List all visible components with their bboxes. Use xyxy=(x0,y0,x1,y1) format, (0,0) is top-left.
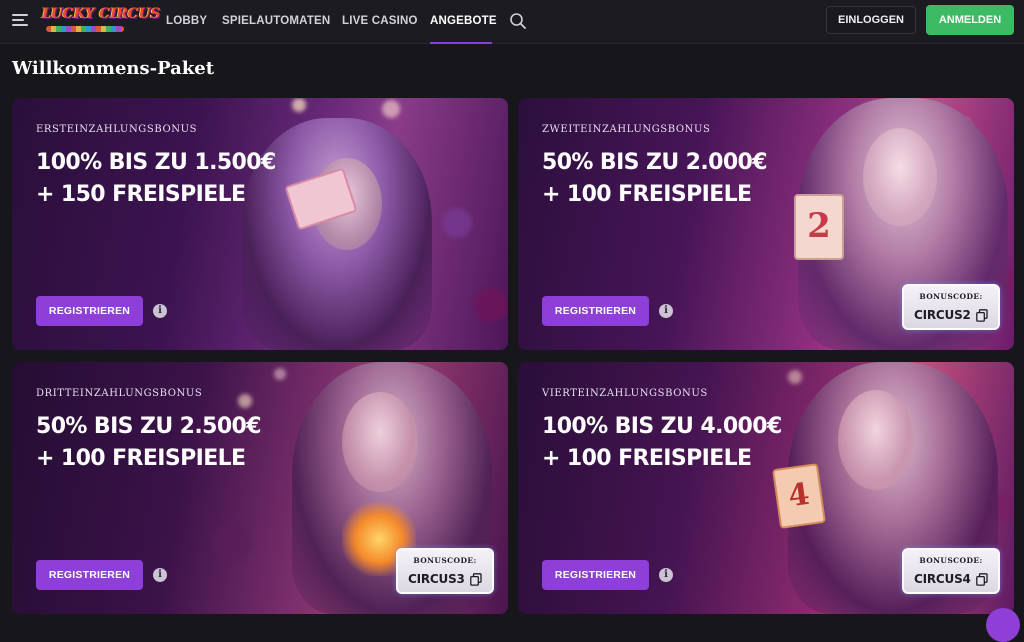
bonus-card-2: 2 ZWEITEINZAHLUNGSBONUS 50% BIS ZU 2.000… xyxy=(518,98,1014,350)
bonus-code-box[interactable]: BONUSCODE: CIRCUS4 xyxy=(902,548,1000,594)
poker-chip xyxy=(442,208,472,238)
light-bokeh xyxy=(274,368,286,380)
register-bonus-button[interactable]: REGISTRIEREN xyxy=(542,296,649,326)
copy-icon[interactable] xyxy=(976,573,988,586)
copy-icon[interactable] xyxy=(470,573,482,586)
main-nav: LOBBY SPIELAUTOMATEN LIVE CASINO ANGEBOT… xyxy=(166,0,510,44)
bonus-amount: 100% BIS ZU 1.500€ xyxy=(36,150,276,175)
nav-angebote[interactable]: ANGEBOTE xyxy=(430,0,510,44)
info-icon[interactable]: i xyxy=(153,304,167,318)
light-bokeh xyxy=(238,394,252,408)
register-bonus-button[interactable]: REGISTRIEREN xyxy=(542,560,649,590)
search-icon[interactable] xyxy=(509,12,527,30)
top-navigation-bar: LUCKY CIRCUS LOBBY SPIELAUTOMATEN LIVE C… xyxy=(0,0,1024,44)
number-card-2: 2 xyxy=(794,194,844,260)
bonus-card-1: ERSTEINZAHLUNGSBONUS 100% BIS ZU 1.500€ … xyxy=(12,98,508,350)
bonus-code-box[interactable]: BONUSCODE: CIRCUS3 xyxy=(396,548,494,594)
scroll-to-top-button[interactable] xyxy=(986,608,1020,642)
bonus-code-value: CIRCUS2 xyxy=(914,308,971,322)
bonus-spins: + 100 FREISPIELE xyxy=(542,182,752,207)
bonus-code-label: BONUSCODE: xyxy=(919,556,983,565)
woman-face xyxy=(863,128,937,226)
poker-chip xyxy=(474,288,508,322)
bonus-label: ZWEITEINZAHLUNGSBONUS xyxy=(542,124,711,135)
bonus-code-value: CIRCUS3 xyxy=(408,572,465,586)
woman-face xyxy=(838,390,914,490)
bonus-spins: + 100 FREISPIELE xyxy=(36,446,246,471)
bonus-label: DRITTEINZAHLUNGSBONUS xyxy=(36,388,203,399)
bonus-card-3: DRITTEINZAHLUNGSBONUS 50% BIS ZU 2.500€ … xyxy=(12,362,508,614)
poker-chip xyxy=(212,522,252,562)
nav-live-casino[interactable]: LIVE CASINO xyxy=(342,0,430,44)
info-icon[interactable]: i xyxy=(153,568,167,582)
bonus-amount: 50% BIS ZU 2.000€ xyxy=(542,150,768,175)
menu-icon[interactable] xyxy=(12,13,28,27)
nav-lobby[interactable]: LOBBY xyxy=(166,0,222,44)
page-title: Willkommens-Paket xyxy=(12,58,215,79)
bonus-amount: 50% BIS ZU 2.500€ xyxy=(36,414,262,439)
lucky-circus-logo[interactable]: LUCKY CIRCUS xyxy=(42,4,161,36)
bonus-code-value: CIRCUS4 xyxy=(914,572,971,586)
nav-spielautomaten[interactable]: SPIELAUTOMATEN xyxy=(222,0,342,44)
bonus-code-label: BONUSCODE: xyxy=(413,556,477,565)
register-button[interactable]: ANMELDEN xyxy=(926,5,1014,35)
bonus-spins: + 100 FREISPIELE xyxy=(542,446,752,471)
bonus-code-box[interactable]: BONUSCODE: CIRCUS2 xyxy=(902,284,1000,330)
number-card-4: 4 xyxy=(772,463,826,529)
copy-icon[interactable] xyxy=(976,309,988,322)
info-icon[interactable]: i xyxy=(659,568,673,582)
bonus-spins: + 150 FREISPIELE xyxy=(36,182,246,207)
bonus-code-label: BONUSCODE: xyxy=(919,292,983,301)
login-button[interactable]: EINLOGGEN xyxy=(826,6,916,34)
woman-face xyxy=(342,392,418,492)
info-icon[interactable]: i xyxy=(659,304,673,318)
bonus-amount: 100% BIS ZU 4.000€ xyxy=(542,414,782,439)
register-bonus-button[interactable]: REGISTRIEREN xyxy=(36,560,143,590)
register-bonus-button[interactable]: REGISTRIEREN xyxy=(36,296,143,326)
light-bokeh xyxy=(292,98,306,112)
bonus-card-4: 4 VIERTEINZAHLUNGSBONUS 100% BIS ZU 4.00… xyxy=(518,362,1014,614)
logo-decoration xyxy=(46,26,124,32)
light-bokeh xyxy=(788,370,802,384)
light-bokeh xyxy=(382,100,400,118)
logo-wordmark: LUCKY CIRCUS xyxy=(42,6,161,22)
bonus-label: ERSTEINZAHLUNGSBONUS xyxy=(36,124,198,135)
bonus-label: VIERTEINZAHLUNGSBONUS xyxy=(542,388,708,399)
